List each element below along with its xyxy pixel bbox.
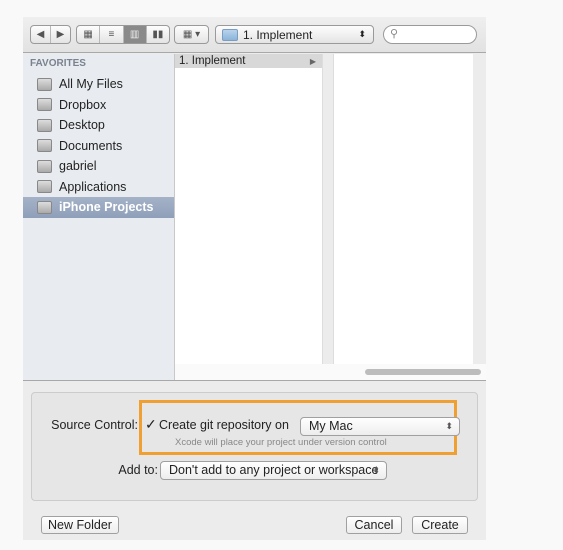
sidebar-item-label: Applications	[59, 179, 127, 194]
add-to-popup[interactable]: Don't add to any project or workspace ⬍	[160, 461, 387, 480]
popup-arrows-icon: ⬍	[372, 465, 380, 475]
sidebar-header: FAVORITES	[30, 58, 86, 69]
documents-icon	[37, 139, 52, 153]
sidebar-item-documents[interactable]: Documents	[23, 136, 174, 157]
column-view-button[interactable]: ▥	[123, 26, 147, 43]
scrollbar-thumb[interactable]	[365, 369, 481, 375]
popup-value: My Mac	[309, 419, 353, 433]
cancel-button[interactable]: Cancel	[346, 516, 402, 534]
git-checkbox[interactable]: ✓	[145, 416, 157, 433]
add-to-label: Add to:	[118, 463, 158, 477]
sidebar-item-applications[interactable]: Applications	[23, 177, 174, 198]
icon-view-button[interactable]: ▦	[77, 26, 101, 43]
arrange-button[interactable]: ▦ ▾	[174, 25, 209, 44]
disclosure-arrow-icon: ▶	[309, 56, 316, 66]
folder-icon	[222, 28, 238, 41]
all-files-icon	[37, 77, 52, 91]
sidebar: FAVORITES All My Files Dropbox Desktop D…	[23, 54, 175, 380]
sidebar-item-dropbox[interactable]: Dropbox	[23, 95, 174, 116]
toolbar: ◀ ▶ ▦ ≡ ▥ ▮▮ ▦ ▾ 1. Implement ⬍ ⚲	[23, 17, 486, 53]
git-checkbox-label[interactable]: Create git repository on	[159, 418, 289, 432]
options-area: Source Control: ✓ Create git repository …	[23, 380, 486, 540]
folder-icon	[37, 200, 52, 214]
forward-button[interactable]: ▶	[51, 26, 70, 43]
create-button[interactable]: Create	[412, 516, 468, 534]
path-popup[interactable]: 1. Implement ⬍	[215, 25, 374, 44]
browser-column-2	[333, 54, 473, 380]
save-dialog: ◀ ▶ ▦ ≡ ▥ ▮▮ ▦ ▾ 1. Implement ⬍ ⚲ FAVORI…	[23, 17, 486, 540]
view-mode-control: ▦ ≡ ▥ ▮▮	[76, 25, 170, 44]
sidebar-item-label: gabriel	[59, 159, 97, 174]
sidebar-item-iphone-projects[interactable]: iPhone Projects	[23, 197, 174, 218]
git-location-popup[interactable]: My Mac ⬍	[300, 417, 460, 436]
search-icon: ⚲	[390, 28, 399, 40]
browser-column-1: 1. Implement ▶	[175, 54, 323, 380]
source-control-label: Source Control:	[51, 418, 138, 432]
sidebar-item-all-my-files[interactable]: All My Files	[23, 74, 174, 95]
back-forward-control: ◀ ▶	[30, 25, 71, 44]
sidebar-item-label: All My Files	[59, 77, 123, 92]
git-hint: Xcode will place your project under vers…	[175, 437, 387, 448]
applications-icon	[37, 180, 52, 194]
sidebar-item-label: iPhone Projects	[59, 200, 154, 215]
list-view-button[interactable]: ≡	[100, 26, 124, 43]
desktop-icon	[37, 118, 52, 132]
popup-arrows-icon: ⬍	[358, 29, 366, 39]
home-icon	[37, 159, 52, 173]
back-button[interactable]: ◀	[31, 26, 51, 43]
search-input[interactable]: ⚲	[383, 25, 477, 44]
sidebar-item-label: Dropbox	[59, 97, 107, 112]
sidebar-item-label: Documents	[59, 138, 123, 153]
options-panel: Source Control: ✓ Create git repository …	[31, 392, 478, 501]
column-item-1-implement[interactable]: 1. Implement ▶	[175, 54, 322, 68]
sidebar-item-gabriel[interactable]: gabriel	[23, 156, 174, 177]
horizontal-scrollbar[interactable]	[175, 364, 486, 380]
folder-icon	[37, 98, 52, 112]
path-label: 1. Implement	[243, 27, 313, 42]
new-folder-button[interactable]: New Folder	[41, 516, 119, 534]
popup-arrows-icon: ⬍	[445, 421, 453, 431]
sidebar-item-desktop[interactable]: Desktop	[23, 115, 174, 136]
sidebar-item-label: Desktop	[59, 118, 105, 133]
popup-value: Don't add to any project or workspace	[169, 463, 379, 477]
coverflow-view-button[interactable]: ▮▮	[147, 26, 169, 43]
column-item-label: 1. Implement	[179, 55, 246, 67]
